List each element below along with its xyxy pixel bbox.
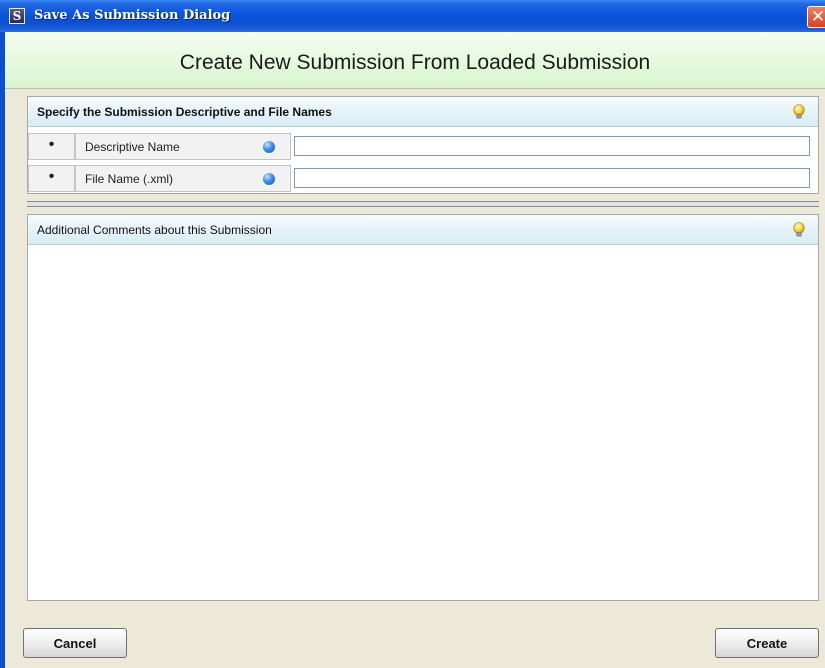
file-name-label-cell: File Name (.xml): [75, 165, 291, 192]
row-bullet: •: [28, 165, 75, 192]
window-title: Save As Submission Dialog: [34, 8, 231, 23]
create-button[interactable]: Create: [715, 628, 819, 658]
comments-textarea[interactable]: [28, 245, 818, 600]
dialog-banner: Create New Submission From Loaded Submis…: [5, 32, 825, 89]
app-logo-icon: S: [9, 8, 25, 24]
file-name-input[interactable]: [294, 168, 810, 188]
required-dot-icon: [263, 173, 275, 185]
file-name-label: File Name (.xml): [85, 172, 174, 186]
lightbulb-icon[interactable]: [793, 222, 805, 238]
window-frame-left: [0, 32, 5, 668]
comments-panel-title: Additional Comments about this Submissio…: [37, 223, 272, 237]
window-titlebar: S Save As Submission Dialog ✕: [0, 0, 825, 32]
dialog-heading: Create New Submission From Loaded Submis…: [179, 51, 651, 74]
row-bullet: •: [28, 133, 75, 160]
comments-panel: Additional Comments about this Submissio…: [27, 214, 819, 601]
comments-panel-header: Additional Comments about this Submissio…: [28, 215, 818, 245]
descriptive-name-row: • Descriptive Name: [28, 133, 818, 160]
file-name-row: • File Name (.xml): [28, 165, 818, 192]
names-panel: Specify the Submission Descriptive and F…: [27, 96, 819, 194]
panel-splitter[interactable]: [27, 201, 819, 207]
cancel-button[interactable]: Cancel: [23, 628, 127, 658]
names-panel-title: Specify the Submission Descriptive and F…: [37, 105, 332, 119]
required-dot-icon: [263, 141, 275, 153]
descriptive-name-label-cell: Descriptive Name: [75, 133, 291, 160]
names-panel-header: Specify the Submission Descriptive and F…: [28, 97, 818, 127]
lightbulb-icon[interactable]: [793, 104, 805, 120]
close-icon[interactable]: ✕: [807, 6, 825, 28]
descriptive-name-input[interactable]: [294, 136, 810, 156]
descriptive-name-label: Descriptive Name: [85, 140, 180, 154]
